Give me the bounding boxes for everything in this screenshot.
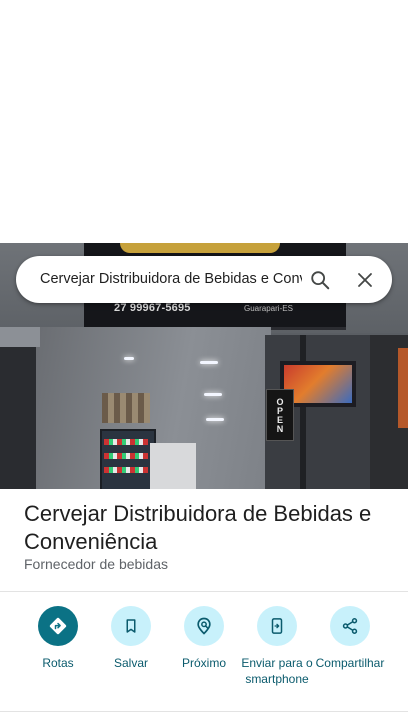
divider — [0, 711, 408, 712]
send-to-phone-label: Enviar para o smartphone — [241, 656, 313, 686]
share-label: Compartilhar — [315, 656, 385, 670]
search-icon — [311, 271, 330, 290]
clear-search-button[interactable] — [345, 260, 385, 300]
photo-ceiling-light — [200, 361, 218, 364]
directions-icon — [49, 617, 67, 635]
directions-label: Rotas — [42, 656, 74, 670]
photo-sign-phone: 27 99967-5695 — [114, 302, 191, 314]
divider — [0, 591, 408, 592]
photo-sign-city: Guarapari-ES — [244, 304, 293, 313]
send-to-phone-icon — [271, 618, 283, 634]
photo-left-pillar — [0, 327, 36, 489]
photo-fridge-row — [104, 467, 148, 473]
nearby-button[interactable]: Próximo — [166, 606, 242, 671]
close-icon — [358, 273, 372, 287]
photo-fridge — [100, 429, 156, 489]
search-button[interactable] — [300, 260, 340, 300]
directions-button-circle[interactable] — [38, 606, 78, 646]
photo-counter — [150, 443, 196, 489]
photo-door-frame — [300, 335, 306, 489]
photo-ceiling-light — [124, 357, 134, 360]
photo-ceiling-light — [206, 418, 224, 421]
place-category[interactable]: Fornecedor de bebidas — [24, 556, 168, 572]
photo-sign-logo — [120, 243, 280, 253]
nearby-icon — [197, 617, 211, 635]
send-to-phone-button[interactable]: Enviar para o smartphone — [239, 606, 315, 687]
photo-fridge-row — [104, 453, 148, 459]
save-button-circle[interactable] — [111, 606, 151, 646]
save-button[interactable]: Salvar — [93, 606, 169, 671]
share-button-circle[interactable] — [330, 606, 370, 646]
share-icon — [342, 618, 358, 634]
directions-button[interactable]: Rotas — [20, 606, 96, 671]
search-bar[interactable]: Cervejar Distribuidora de Bebidas e Conv… — [16, 256, 392, 303]
share-button[interactable]: Compartilhar — [312, 606, 388, 671]
map-area[interactable] — [0, 0, 408, 243]
save-label: Salvar — [113, 656, 148, 670]
nearby-label: Próximo — [181, 656, 226, 670]
photo-left-sign — [0, 327, 40, 347]
photo-right-poster — [398, 348, 408, 428]
send-to-phone-button-circle[interactable] — [257, 606, 297, 646]
search-query-text[interactable]: Cervejar Distribuidora de Bebidas e Conv… — [40, 256, 302, 303]
photo-ceiling-light — [204, 393, 222, 396]
bookmark-icon — [126, 619, 136, 633]
photo-open-sign: OPEN — [266, 389, 294, 441]
photo-tv-screen — [284, 365, 352, 403]
photo-fridge-row — [104, 439, 148, 445]
nearby-button-circle[interactable] — [184, 606, 224, 646]
place-name: Cervejar Distribuidora de Bebidas e Conv… — [24, 501, 372, 554]
photo-shelf — [102, 393, 150, 423]
